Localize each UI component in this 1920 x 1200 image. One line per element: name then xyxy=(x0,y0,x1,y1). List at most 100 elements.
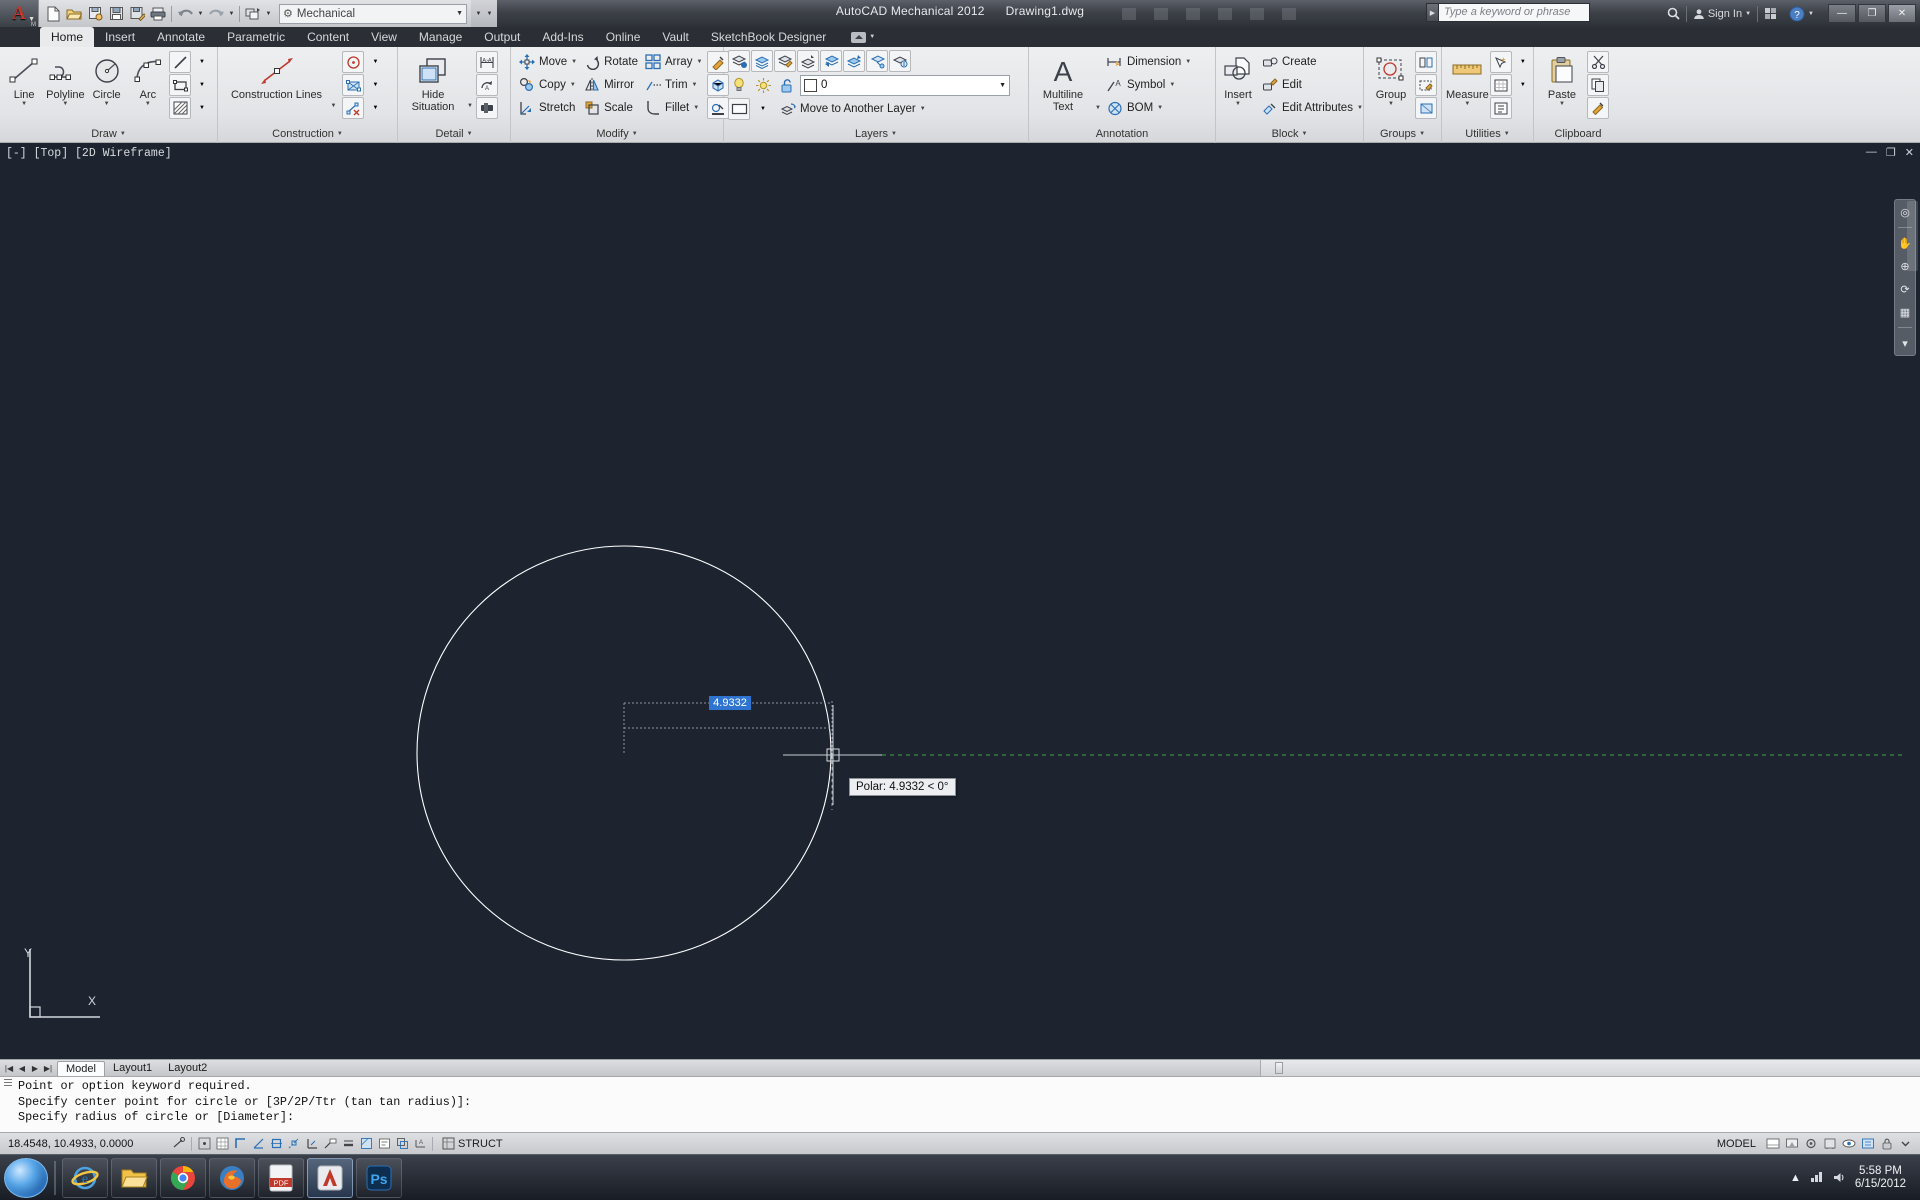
exchange-apps-button[interactable] xyxy=(1758,0,1783,27)
close-button[interactable]: ✕ xyxy=(1888,4,1916,23)
chevron-down-icon[interactable]: ▼ xyxy=(145,101,151,107)
scrollbar-thumb[interactable] xyxy=(1275,1062,1283,1074)
lineweight-icon[interactable] xyxy=(340,1135,357,1152)
layout-tab-layout1[interactable]: Layout1 xyxy=(105,1061,160,1076)
modify-mirror-button[interactable]: Mirror xyxy=(580,74,641,96)
point-style-dropdown-icon[interactable]: ▼ xyxy=(1512,74,1534,96)
undo-dropdown-icon[interactable]: ▼ xyxy=(196,11,205,17)
redo-icon[interactable] xyxy=(206,3,226,24)
chevron-down-icon[interactable]: ▼ xyxy=(999,82,1006,89)
chevron-down-icon[interactable]: ▼ xyxy=(456,10,463,17)
panel-expand-icon[interactable]: ▼ xyxy=(891,126,897,143)
chevron-down-icon[interactable]: ▼ xyxy=(104,101,110,107)
qat-customize-icon[interactable]: ▼ xyxy=(474,11,483,17)
edit-attributes-button[interactable]: Edit Attributes ▼ xyxy=(1258,97,1366,119)
workspace-selector[interactable]: ⚙ Mechanical ▼ xyxy=(279,4,467,24)
draw-circle-button[interactable]: Circle ▼ xyxy=(87,51,127,107)
current-layer-selector[interactable]: 0 ▼ xyxy=(800,75,1010,96)
layer-isolate-icon[interactable] xyxy=(866,50,888,72)
open-icon[interactable] xyxy=(64,3,84,24)
panel-expand-icon[interactable]: ▼ xyxy=(467,126,473,143)
workspace-switching-icon[interactable] xyxy=(1802,1135,1819,1152)
search-input[interactable]: Type a keyword or phrase xyxy=(1438,3,1590,22)
modify-move-button[interactable]: Move ▼ xyxy=(515,51,580,73)
modify-copy-button[interactable]: Copy ▼ xyxy=(515,74,580,96)
model-space-label[interactable]: MODEL xyxy=(1711,1138,1762,1150)
draw-arc-button[interactable]: Arc ▼ xyxy=(128,51,168,107)
tab-sketchbook-designer[interactable]: SketchBook Designer xyxy=(700,27,837,47)
drawing-area[interactable]: [-] [Top] [2D Wireframe] — ❐ ✕ 4.9332 Po… xyxy=(0,143,1920,1059)
tab-content[interactable]: Content xyxy=(296,27,360,47)
modify-fillet-button[interactable]: Fillet ▼ xyxy=(641,97,705,119)
chevron-down-icon[interactable]: ▼ xyxy=(571,59,577,65)
measure-button[interactable]: Measure ▼ xyxy=(1446,51,1489,107)
help-button[interactable]: ? ▼ xyxy=(1783,0,1820,27)
quick-properties-icon[interactable] xyxy=(376,1135,393,1152)
panel-expand-icon[interactable]: ▼ xyxy=(1419,126,1425,143)
panel-expand-icon[interactable]: ▼ xyxy=(1504,126,1510,143)
tab-output[interactable]: Output xyxy=(473,27,531,47)
cut-icon[interactable] xyxy=(1587,51,1609,73)
construction-rect-icon[interactable] xyxy=(342,74,364,96)
create-block-button[interactable]: Create xyxy=(1258,51,1366,73)
selection-cycling-icon[interactable] xyxy=(394,1135,411,1152)
group-button[interactable]: Group ▼ xyxy=(1368,51,1414,107)
ortho-mode-icon[interactable] xyxy=(232,1135,249,1152)
clean-screen-icon[interactable] xyxy=(1859,1135,1876,1152)
chevron-down-icon[interactable]: ▼ xyxy=(1235,101,1241,107)
chevron-down-icon[interactable]: ▼ xyxy=(1095,105,1101,111)
paste-button[interactable]: Paste ▼ xyxy=(1538,51,1586,107)
sun-freeze-icon[interactable] xyxy=(752,74,774,96)
tray-volume-icon[interactable] xyxy=(1832,1171,1847,1184)
lock-toolbars-icon[interactable] xyxy=(1878,1135,1895,1152)
polar-tracking-icon[interactable] xyxy=(250,1135,267,1152)
tab-addins[interactable]: Add-Ins xyxy=(531,27,594,47)
layer-viewport-dropdown-icon[interactable]: ▼ xyxy=(752,98,774,120)
construction-circle-dropdown-icon[interactable]: ▼ xyxy=(364,51,386,73)
taskbar-clock[interactable]: 5:58 PM 6/15/2012 xyxy=(1855,1165,1914,1191)
hardware-accel-icon[interactable] xyxy=(1821,1135,1838,1152)
tab-annotate[interactable]: Annotate xyxy=(146,27,216,47)
dynamic-input-value[interactable]: 4.9332 xyxy=(709,696,751,710)
chevron-down-icon[interactable]: ▼ xyxy=(1169,82,1175,88)
undo-icon[interactable] xyxy=(175,3,195,24)
chevron-down-icon[interactable]: ▼ xyxy=(331,103,337,109)
chevron-down-icon[interactable]: ▼ xyxy=(62,101,68,107)
modify-trim-button[interactable]: Trim ▼ xyxy=(641,74,705,96)
chevron-down-icon[interactable]: ▼ xyxy=(696,59,702,65)
infocenter-search-button[interactable] xyxy=(1661,0,1686,27)
chevron-down-icon[interactable]: ▼ xyxy=(1559,101,1565,107)
hatch-icon[interactable] xyxy=(169,97,191,119)
match-prop-clip-icon[interactable] xyxy=(1587,97,1609,119)
save-icon[interactable] xyxy=(106,3,126,24)
automatic-dimension-icon[interactable]: A›A xyxy=(476,51,498,73)
isolate-objects-icon[interactable] xyxy=(1840,1135,1857,1152)
layer-manager-icon[interactable] xyxy=(751,50,773,72)
multiline-text-button[interactable]: A Multiline Text xyxy=(1033,51,1093,113)
panel-expand-icon[interactable]: ▼ xyxy=(120,126,126,143)
viewport-scale-icon[interactable] xyxy=(1783,1135,1800,1152)
restore-button[interactable]: ❐ xyxy=(1858,4,1886,23)
taskbar-photoshop-icon[interactable]: Ps xyxy=(356,1158,402,1198)
chevron-down-icon[interactable]: ▼ xyxy=(1357,105,1363,111)
struct-indicator[interactable]: STRUCT xyxy=(436,1137,509,1150)
object-snap-tracking-icon[interactable] xyxy=(286,1135,303,1152)
grid-display-icon[interactable] xyxy=(214,1135,231,1152)
layer-off-icon[interactable] xyxy=(889,50,911,72)
snap-mode-icon[interactable] xyxy=(196,1135,213,1152)
chevron-down-icon[interactable]: ▼ xyxy=(467,103,473,109)
ribbon-display-icon[interactable] xyxy=(851,32,866,43)
layer-next-icon[interactable] xyxy=(843,50,865,72)
chevron-down-icon[interactable]: ▼ xyxy=(21,101,27,107)
tray-expand-icon[interactable]: ▲ xyxy=(1790,1172,1801,1184)
chevron-down-icon[interactable]: ▼ xyxy=(1464,101,1470,107)
bom-button[interactable]: BOM ▼ xyxy=(1103,97,1194,119)
redo-dropdown-icon[interactable]: ▼ xyxy=(227,11,236,17)
modify-rotate-button[interactable]: Rotate xyxy=(580,51,641,73)
command-line[interactable]: Point or option keyword required. Specif… xyxy=(0,1076,1920,1132)
infer-constraints-icon[interactable] xyxy=(170,1135,187,1152)
taskbar-explorer-icon[interactable] xyxy=(111,1158,157,1198)
chevron-down-icon[interactable]: ▼ xyxy=(692,82,698,88)
last-layout-icon[interactable]: ▶| xyxy=(42,1064,54,1073)
tray-network-icon[interactable] xyxy=(1809,1171,1824,1184)
